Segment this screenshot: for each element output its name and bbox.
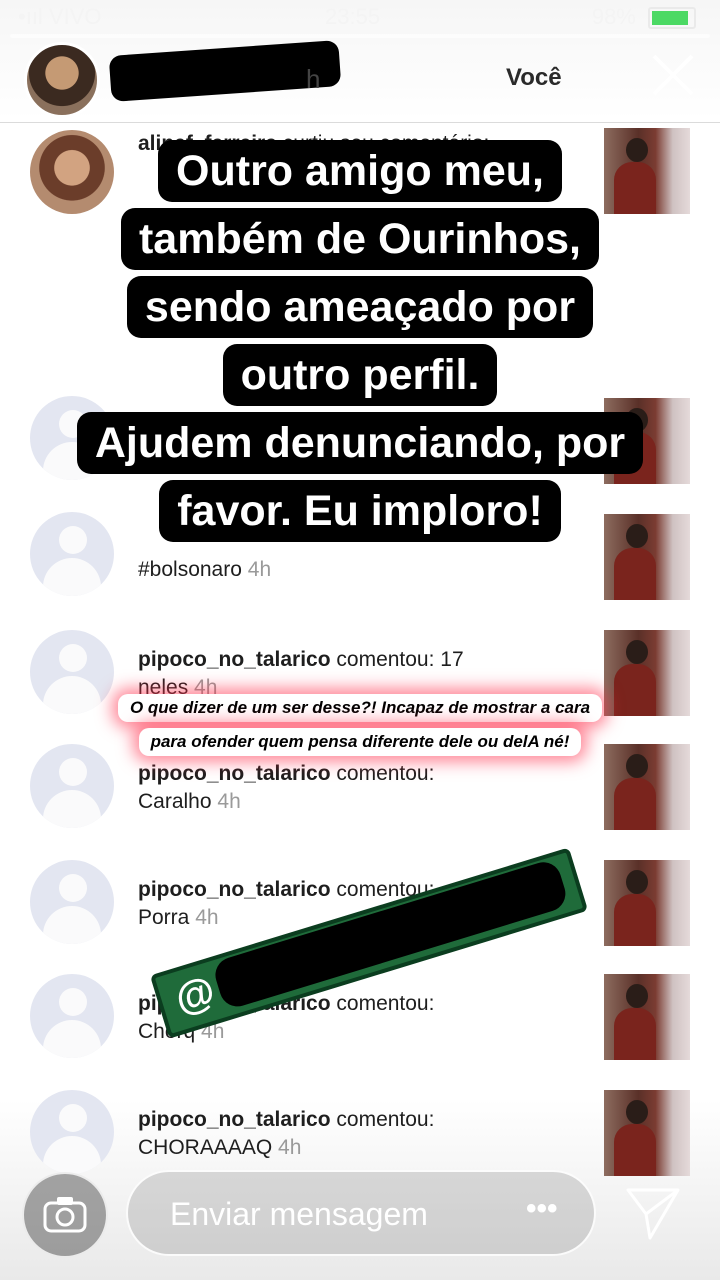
row-time: 4h [247, 558, 272, 581]
row-action: comentou: 17 [336, 648, 464, 671]
row-action: comentou: [336, 1108, 435, 1131]
row-username: pipoco_no_talarico [138, 648, 331, 671]
header-divider [0, 122, 720, 123]
quote-line: para ofender quem pensa diferente dele o… [138, 728, 582, 756]
instagram-story-screen: •ııl VIVO 23:55 98% h Você alinef_ferrei… [0, 0, 720, 1280]
row-comment: #bolsonaro [138, 558, 242, 581]
send-icon[interactable] [624, 1184, 682, 1242]
story-time: h [306, 64, 321, 94]
post-thumbnail[interactable] [604, 974, 690, 1060]
caption-line: Ajudem denunciando, por [76, 412, 644, 474]
post-thumbnail[interactable] [604, 860, 690, 946]
more-options-icon[interactable]: ••• [526, 1192, 558, 1226]
tab-voce[interactable]: Você [506, 64, 562, 92]
status-bar: •ııl VIVO 23:55 98% [0, 0, 720, 34]
post-thumbnail[interactable] [604, 744, 690, 830]
quote-line: O que dizer de um ser desse?! Incapaz de… [117, 694, 603, 722]
row-time: 4h [217, 790, 241, 813]
caption-line: outro perfil. [222, 344, 498, 406]
row-comment: Porra [138, 906, 190, 929]
battery-status: 98% [592, 4, 696, 30]
avatar [30, 744, 114, 828]
battery-percent: 98% [591, 4, 636, 29]
camera-icon [43, 1197, 87, 1233]
row-username: pipoco_no_talarico [138, 762, 331, 785]
avatar [30, 860, 114, 944]
mention-at-sign: @ [170, 968, 221, 1022]
row-text: #bolsonaro 4h [138, 556, 578, 584]
avatar [30, 974, 114, 1058]
story-author-avatar[interactable] [24, 42, 100, 118]
row-username: pipoco_no_talarico [138, 1108, 331, 1131]
story-header: h Você [0, 38, 720, 122]
activity-row[interactable]: pipoco_no_talarico comentou: Caralho 4h [0, 744, 720, 854]
row-text: pipoco_no_talarico comentou: Caralho 4h [138, 760, 578, 816]
story-reply-bar: Enviar mensagem ••• [0, 1160, 720, 1280]
battery-icon [648, 7, 696, 30]
close-icon[interactable] [650, 52, 696, 98]
row-comment: CHORAAAAQ [138, 1136, 273, 1159]
caption-line: sendo ameaçado por [126, 276, 594, 338]
activity-row[interactable]: pipoco_no_talarico comentou: Chorq 4h [0, 974, 720, 1084]
carrier-label: •ııl VIVO [18, 4, 102, 29]
row-action: comentou: [336, 992, 435, 1015]
caption-line: também de Ourinhos, [120, 208, 599, 270]
row-username: pipoco_no_talarico [138, 878, 331, 901]
camera-button[interactable] [22, 1172, 108, 1258]
story-caption: Outro amigo meu, também de Ourinhos, sen… [0, 140, 720, 548]
row-time: 4h [195, 906, 219, 929]
caption-line: Outro amigo meu, [158, 140, 562, 202]
highlighted-quote: O que dizer de um ser desse?! Incapaz de… [0, 694, 720, 756]
clock: 23:55 [325, 4, 381, 29]
row-text: pipoco_no_talarico comentou: CHORAAAAQ 4… [138, 1106, 578, 1162]
row-action: comentou: [336, 762, 435, 785]
row-comment: Caralho [138, 790, 212, 813]
row-time: 4h [278, 1136, 302, 1159]
caption-line: favor. Eu imploro! [159, 480, 561, 542]
